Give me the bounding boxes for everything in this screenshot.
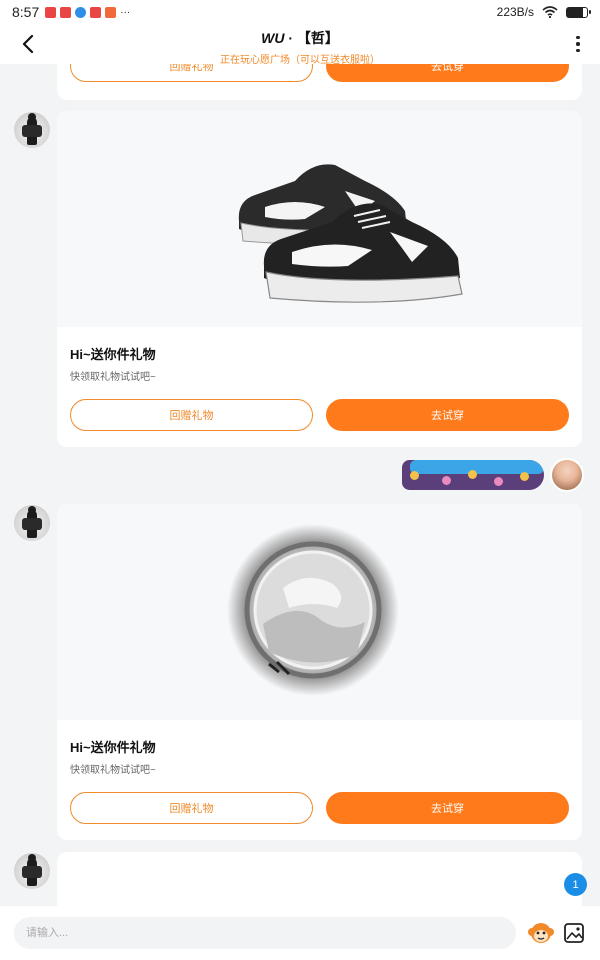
try-on-button[interactable]: 去试穿 <box>326 64 569 82</box>
network-speed: 223B/s <box>496 5 534 19</box>
try-on-button[interactable]: 去试穿 <box>326 399 569 431</box>
mail-icon <box>45 6 57 18</box>
header-title-block: WU · 【哲】 正在玩心愿广场（可以互送衣服啦） <box>150 28 450 66</box>
emoji-button[interactable] <box>527 919 555 947</box>
avatar[interactable] <box>14 853 50 889</box>
back-button[interactable] <box>14 30 42 58</box>
avatar[interactable] <box>14 112 50 148</box>
sneaker-image <box>238 164 463 303</box>
notification-icons: ··· <box>45 6 131 18</box>
more-notifications-icon: ··· <box>120 6 131 18</box>
gift-card: 回赠礼物 去试穿 <box>57 64 582 100</box>
my-avatar[interactable] <box>550 458 584 492</box>
gift-image-frame[interactable] <box>57 504 582 720</box>
chevron-left-icon <box>22 35 34 53</box>
return-gift-button[interactable]: 回赠礼物 <box>70 399 313 431</box>
unread-count-badge[interactable]: 1 <box>564 873 587 896</box>
return-gift-button[interactable]: 回赠礼物 <box>70 792 313 824</box>
app-icon <box>60 6 72 18</box>
gift-card: Hi~送你件礼物 快领取礼物试试吧~ 回赠礼物 去试穿 <box>57 111 582 447</box>
message-input[interactable] <box>14 917 516 949</box>
round-frame-image <box>227 524 399 696</box>
image-picker-button[interactable] <box>563 922 585 944</box>
gift-card <box>57 852 582 906</box>
avatar[interactable] <box>14 505 50 541</box>
battery-icon <box>566 6 591 18</box>
image-icon <box>564 923 584 943</box>
gift-card: Hi~送你件礼物 快领取礼物试试吧~ 回赠礼物 去试穿 <box>57 504 582 840</box>
gift-card-title: Hi~送你件礼物 <box>70 347 156 362</box>
gift-card-title: Hi~送你件礼物 <box>70 740 156 755</box>
app-icon <box>90 6 102 18</box>
wifi-icon <box>542 6 558 18</box>
gift-card-subtitle: 快领取礼物试试吧~ <box>70 765 156 776</box>
gift-card-subtitle: 快领取礼物试试吧~ <box>70 372 156 383</box>
app-icon <box>105 6 117 18</box>
sticker-message[interactable] <box>402 460 544 490</box>
try-on-button[interactable]: 去试穿 <box>326 792 569 824</box>
more-options-button[interactable] <box>570 32 586 56</box>
contact-name: WU · 【哲】 <box>261 30 339 46</box>
chat-header: WU · 【哲】 正在玩心愿广场（可以互送衣服啦） <box>0 24 600 66</box>
monkey-emoji-icon <box>528 923 554 943</box>
browser-icon <box>75 6 87 18</box>
gift-image-sneakers[interactable] <box>57 111 582 327</box>
status-bar: 8:57 ··· 223B/s <box>0 0 600 24</box>
chat-message-list[interactable]: 回赠礼物 去试穿 Hi~送你件礼物 快领取礼物试试吧~ 回赠礼物 去试穿 Hi~… <box>0 64 600 906</box>
return-gift-button[interactable]: 回赠礼物 <box>70 64 313 82</box>
message-input-bar <box>0 906 600 960</box>
status-time: 8:57 <box>12 4 40 20</box>
